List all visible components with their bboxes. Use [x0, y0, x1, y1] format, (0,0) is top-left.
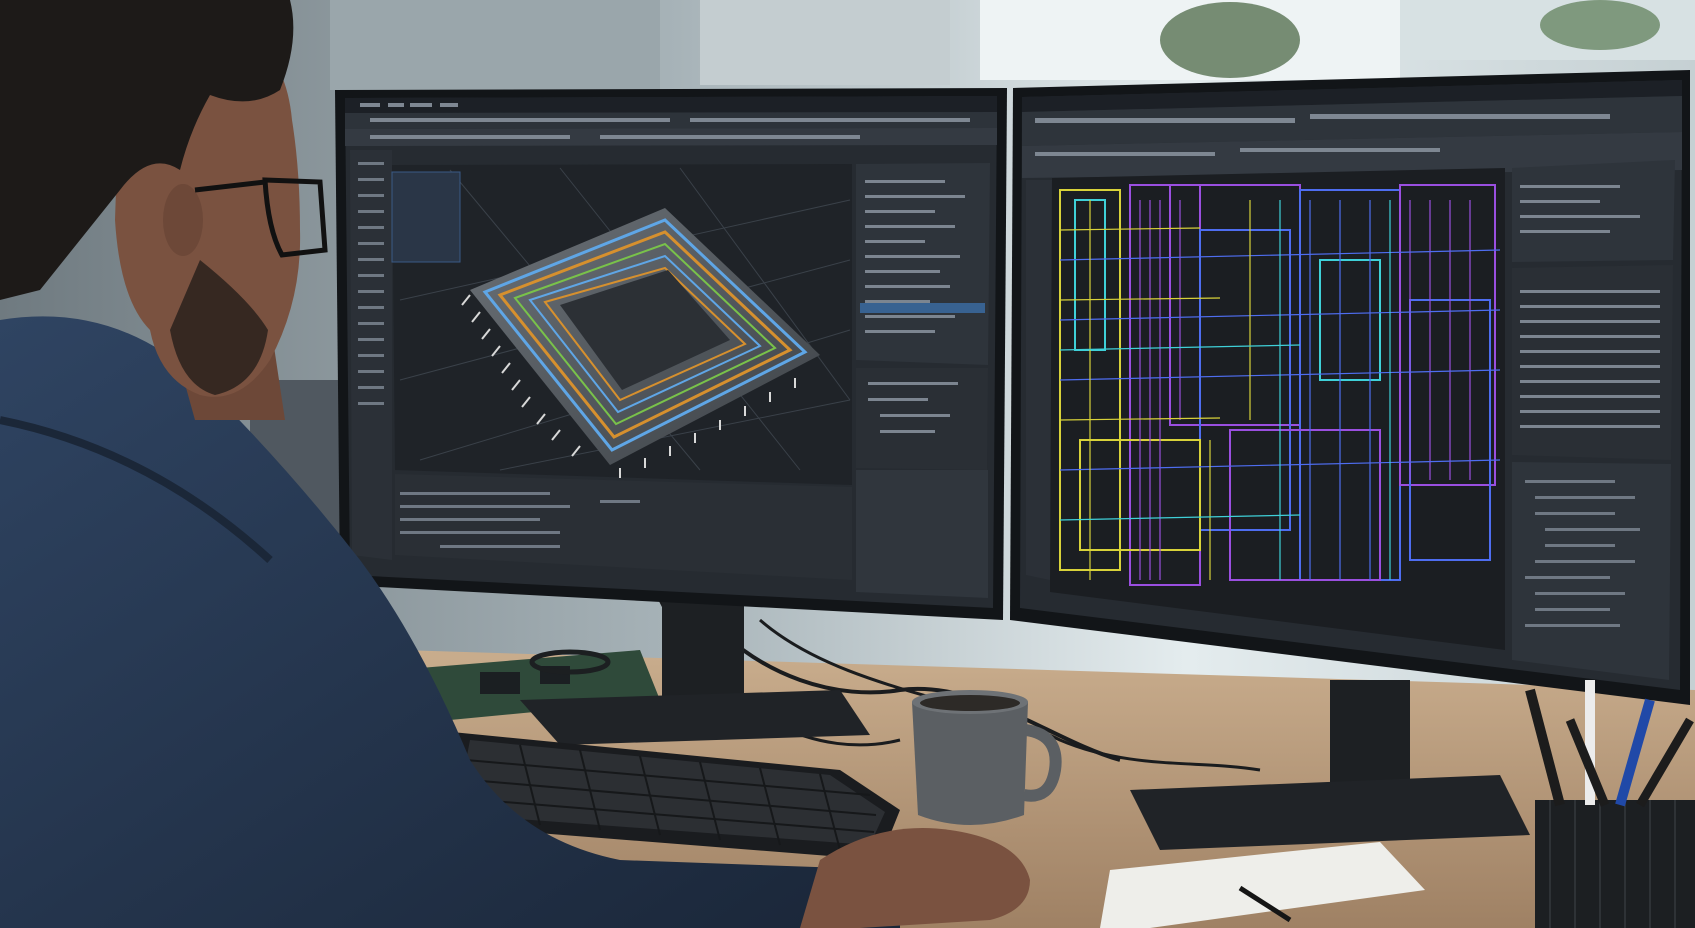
ic-layout-canvas: [1050, 168, 1505, 650]
selected-row: [860, 303, 985, 313]
table-panel: [1512, 265, 1673, 460]
monitor-left: [335, 88, 1007, 620]
layers-panel: [1512, 160, 1675, 262]
monitor-right: [1010, 70, 1690, 705]
scene-svg: [0, 0, 1695, 928]
hierarchy-panel: [1512, 462, 1671, 680]
properties-panel: [856, 163, 990, 365]
photo-scene: [0, 0, 1695, 928]
plant: [1160, 2, 1300, 78]
